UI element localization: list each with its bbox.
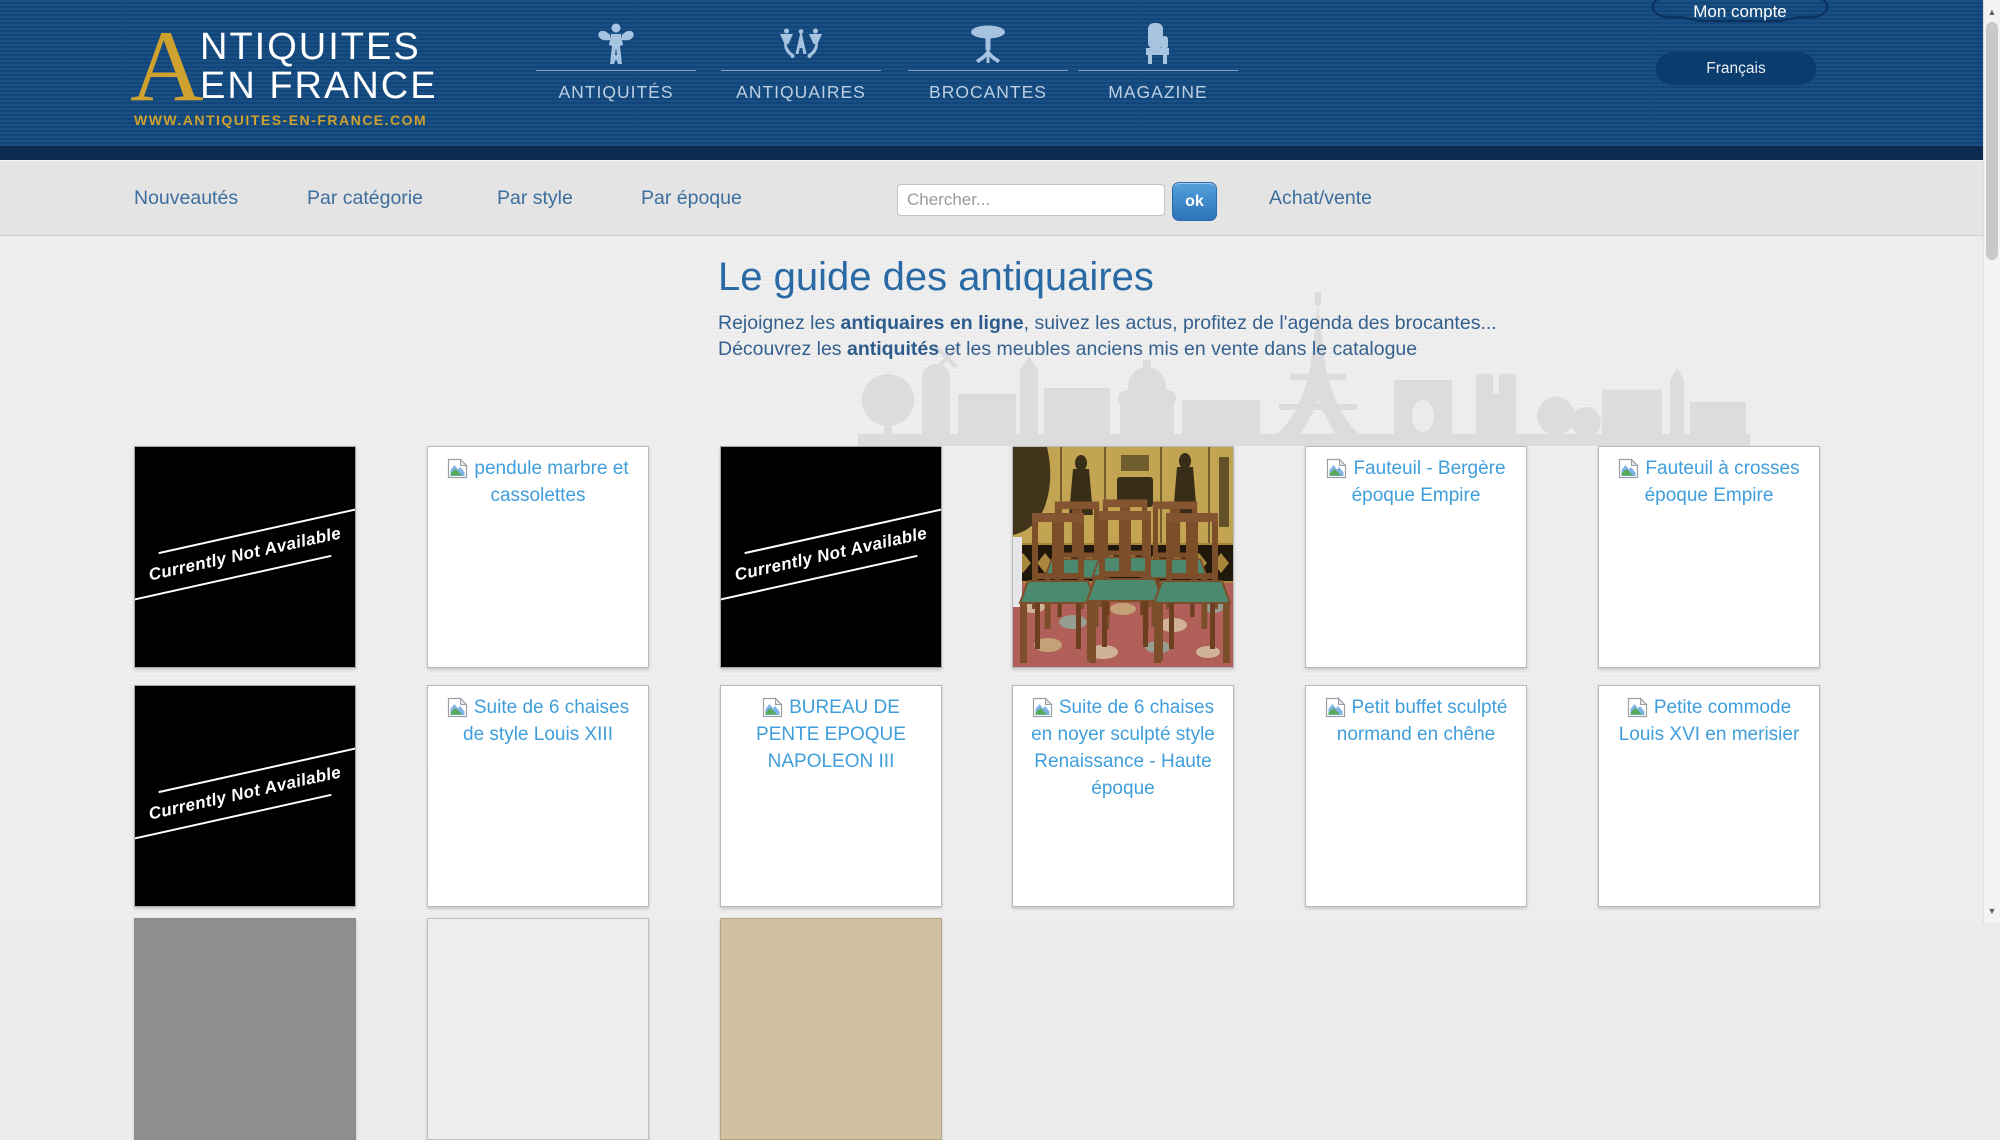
broken-image-icon xyxy=(447,458,468,479)
product-card[interactable]: Petite commode Louis XVI en merisier xyxy=(1598,685,1820,907)
nav-link-par-categorie[interactable]: Par catégorie xyxy=(307,161,423,235)
intro-text: Rejoignez les antiquaires en ligne, suiv… xyxy=(718,310,1497,362)
paris-skyline-watermark xyxy=(858,282,1750,446)
menu-label: MAGAZINE xyxy=(1078,82,1238,103)
header-menu-antiquites[interactable]: ANTIQUITÉS xyxy=(536,22,696,103)
nav-link-nouveautes[interactable]: Nouveautés xyxy=(134,161,238,235)
nav-link-achat-vente[interactable]: Achat/vente xyxy=(1269,161,1372,235)
account-label: Mon compte xyxy=(1693,2,1787,21)
product-card-partial[interactable] xyxy=(134,918,356,1140)
menu-underline xyxy=(536,70,696,71)
menu-underline xyxy=(908,70,1068,71)
product-card-unavailable[interactable]: Currently Not Available xyxy=(134,446,356,668)
broken-image-icon xyxy=(447,697,468,718)
product-card[interactable]: Suite de 6 chaises de style Louis XIII xyxy=(427,685,649,907)
header-menu-magazine[interactable]: MAGAZINE xyxy=(1078,22,1238,103)
language-button[interactable]: Français xyxy=(1656,52,1816,85)
not-available-stamp: Currently Not Available xyxy=(134,507,356,602)
broken-image-icon xyxy=(1032,697,1053,718)
menu-underline xyxy=(721,70,881,71)
vertical-scrollbar[interactable]: ▲ ▼ xyxy=(1983,0,2000,923)
product-title-link[interactable]: Petit buffet sculpté normand en chêne xyxy=(1337,697,1508,745)
product-title-link[interactable]: pendule marbre et cassolettes xyxy=(474,458,628,506)
product-card[interactable]: Fauteuil - Bergère époque Empire xyxy=(1305,446,1527,668)
menu-underline xyxy=(1078,70,1238,71)
armchair-icon xyxy=(1078,22,1238,66)
product-title-link[interactable]: Suite de 6 chaises en noyer sculpté styl… xyxy=(1031,697,1215,799)
pedestal-table-icon xyxy=(908,22,1068,66)
search-ok-button[interactable]: ok xyxy=(1172,182,1217,221)
logo-url: WWW.ANTIQUITES-EN-FRANCE.COM xyxy=(134,112,427,128)
header-menu-brocantes[interactable]: BROCANTES xyxy=(908,22,1068,103)
product-photo-six-chairs xyxy=(1013,447,1233,667)
product-title-link[interactable]: Suite de 6 chaises de style Louis XIII xyxy=(463,697,629,745)
product-card[interactable]: Fauteuil à crosses époque Empire xyxy=(1598,446,1820,668)
menu-label: ANTIQUITÉS xyxy=(536,82,696,103)
logo-line1: NTIQUITES xyxy=(200,26,421,69)
secondary-navbar: Nouveautés Par catégorie Par style Par é… xyxy=(0,160,2000,236)
site-logo[interactable]: A NTIQUITES EN FRANCE WWW.ANTIQUITES-EN-… xyxy=(134,24,444,134)
broken-image-icon xyxy=(1326,458,1347,479)
language-label: Français xyxy=(1706,60,1765,78)
product-title-link[interactable]: Fauteuil - Bergère époque Empire xyxy=(1352,458,1506,506)
broken-image-icon xyxy=(762,697,783,718)
menu-label: BROCANTES xyxy=(908,82,1068,103)
nav-link-par-style[interactable]: Par style xyxy=(497,161,573,235)
broken-image-icon xyxy=(1618,458,1639,479)
page-title: Le guide des antiquaires xyxy=(718,254,1154,300)
product-card[interactable]: pendule marbre et cassolettes xyxy=(427,446,649,668)
cherub-icon xyxy=(536,22,696,66)
menu-label: ANTIQUAIRES xyxy=(721,82,881,103)
product-card[interactable]: BUREAU DE PENTE EPOQUE NAPOLEON III xyxy=(720,685,942,907)
product-card-partial[interactable] xyxy=(427,918,649,1140)
not-available-stamp: Currently Not Available xyxy=(134,746,356,841)
product-card-unavailable[interactable]: Currently Not Available xyxy=(720,446,942,668)
broken-image-icon xyxy=(1325,697,1346,718)
nav-link-par-epoque[interactable]: Par époque xyxy=(641,161,742,235)
product-card-partial[interactable] xyxy=(720,918,942,1140)
product-title-link[interactable]: Fauteuil à crosses époque Empire xyxy=(1645,458,1800,506)
logo-line2: EN FRANCE xyxy=(200,65,438,108)
header-bottom-band xyxy=(0,146,2000,160)
wall-sconces-icon xyxy=(721,22,881,66)
product-card[interactable]: Petit buffet sculpté normand en chêne xyxy=(1305,685,1527,907)
not-available-stamp: Currently Not Available xyxy=(720,507,942,602)
product-card[interactable]: Suite de 6 chaises en noyer sculpté styl… xyxy=(1012,685,1234,907)
product-card-photo[interactable] xyxy=(1012,446,1234,668)
logo-initial: A xyxy=(130,16,204,118)
account-button[interactable]: Mon compte xyxy=(1645,0,1835,22)
scrollbar-down-arrow[interactable]: ▼ xyxy=(1984,903,2000,919)
header-menu-antiquaires[interactable]: ANTIQUAIRES xyxy=(721,22,881,103)
scrollbar-thumb[interactable] xyxy=(1986,22,1998,260)
search-input[interactable] xyxy=(897,184,1165,216)
product-card-unavailable[interactable]: Currently Not Available xyxy=(134,685,356,907)
scrollbar-up-arrow[interactable]: ▲ xyxy=(1984,4,2000,20)
broken-image-icon xyxy=(1627,697,1648,718)
